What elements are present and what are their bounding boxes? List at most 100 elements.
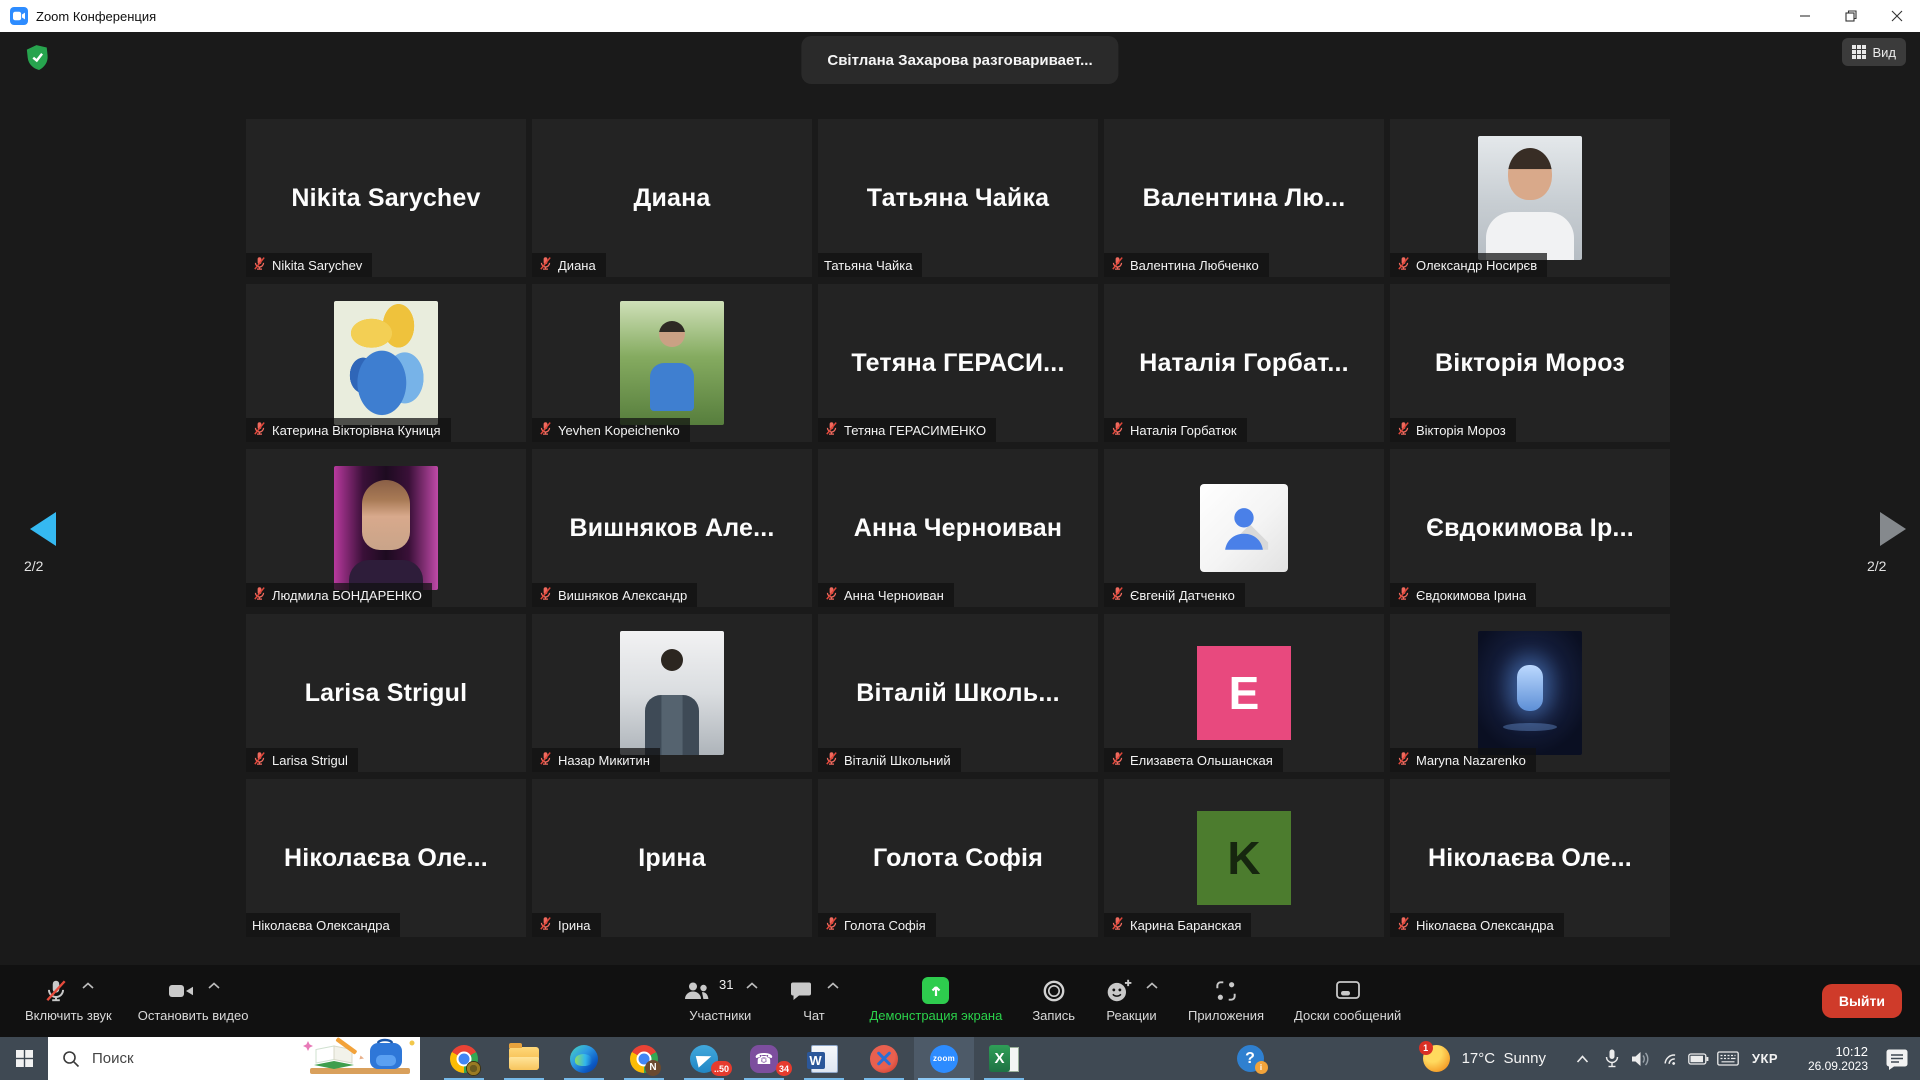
participants-grid: Nikita Sarychev Nikita Sarychev Диана Ди… (246, 119, 1670, 937)
participant-tile[interactable]: Олександр Носирєв (1390, 119, 1670, 277)
taskbar-excel-icon[interactable] (974, 1037, 1034, 1080)
mic-muted-icon (538, 256, 553, 274)
tray-network-icon[interactable] (1655, 1037, 1684, 1080)
language-indicator[interactable]: УКР (1742, 1051, 1788, 1066)
participant-tile[interactable]: Валентина Лю... Валентина Любченко (1104, 119, 1384, 277)
taskbar-viber-icon[interactable]: ☎ 34 (734, 1037, 794, 1080)
taskbar-search-input[interactable]: Поиск (48, 1037, 420, 1080)
taskbar-zoom-icon[interactable]: zoom (914, 1037, 974, 1080)
participant-tile[interactable]: Катерина Вікторівна Куниця (246, 284, 526, 442)
participant-tile[interactable]: Вишняков Але... Вишняков Александр (532, 449, 812, 607)
chat-button[interactable]: Чат (775, 965, 852, 1037)
mic-muted-icon (538, 751, 553, 769)
participant-person-avatar-icon (1200, 484, 1288, 572)
tray-keyboard-icon[interactable] (1713, 1037, 1742, 1080)
taskbar-weather-widget[interactable]: 1 17°C Sunny (1423, 1045, 1568, 1072)
participant-tile[interactable]: Голота Софія Голота Софія (818, 779, 1098, 937)
whiteboards-button[interactable]: Доски сообщений (1281, 965, 1414, 1037)
participant-name-tag: Карина Баранская (1104, 913, 1251, 937)
minimize-button[interactable] (1782, 0, 1828, 32)
share-screen-label: Демонстрация экрана (869, 1008, 1002, 1023)
notification-center-icon[interactable] (1874, 1037, 1920, 1080)
stop-video-button[interactable]: Остановить видео (125, 965, 262, 1037)
participant-tile[interactable]: Євгеній Датченко (1104, 449, 1384, 607)
close-button[interactable] (1874, 0, 1920, 32)
mic-muted-icon (824, 586, 839, 604)
mic-muted-icon (252, 751, 267, 769)
participant-tile[interactable]: K Карина Баранская (1104, 779, 1384, 937)
record-button[interactable]: Запись (1019, 965, 1088, 1037)
participant-tile[interactable]: Назар Микитин (532, 614, 812, 772)
security-shield-icon[interactable] (24, 43, 51, 77)
reactions-chevron-icon[interactable] (1146, 982, 1158, 989)
taskbar-help-icon[interactable]: ? (1228, 1037, 1272, 1080)
participant-tile[interactable]: Диана Диана (532, 119, 812, 277)
apps-button[interactable]: Приложения (1175, 965, 1277, 1037)
meeting-toolbar: Включить звук Остановить видео 31 Участн… (0, 965, 1920, 1037)
participant-name-label: Maryna Nazarenko (1416, 753, 1526, 768)
taskbar-telegram-icon[interactable]: ..50 (674, 1037, 734, 1080)
taskbar-word-icon[interactable] (794, 1037, 854, 1080)
chat-chevron-icon[interactable] (827, 982, 839, 989)
next-page-arrow[interactable] (1880, 512, 1906, 546)
view-button[interactable]: Вид (1842, 38, 1906, 66)
participant-name-tag: Людмила БОНДАРЕНКО (246, 583, 432, 607)
audio-options-chevron-icon[interactable] (82, 982, 94, 989)
participant-tile[interactable]: Yevhen Kopeichenko (532, 284, 812, 442)
participants-button[interactable]: 31 Участники (669, 965, 771, 1037)
search-highlight-graphic-icon[interactable] (300, 1035, 418, 1080)
view-button-label: Вид (1872, 45, 1896, 60)
participant-display-name: Наталія Горбат... (1139, 349, 1349, 378)
apps-label: Приложения (1188, 1008, 1264, 1023)
participant-tile[interactable]: Наталія Горбат... Наталія Горбатюк (1104, 284, 1384, 442)
participants-chevron-icon[interactable] (746, 982, 758, 989)
taskbar-chrome-profile-icon[interactable]: N (614, 1037, 674, 1080)
restore-button[interactable] (1828, 0, 1874, 32)
taskbar-edge-icon[interactable] (554, 1037, 614, 1080)
participant-name-tag: Татьяна Чайка (818, 253, 922, 277)
participant-tile[interactable]: Вікторія Мороз Вікторія Мороз (1390, 284, 1670, 442)
participant-tile[interactable]: Віталій Школь... Віталій Школьний (818, 614, 1098, 772)
taskbar-chrome-icon[interactable] (434, 1037, 494, 1080)
participant-display-name: Тетяна ГЕРАСИ... (851, 349, 1064, 378)
participant-tile[interactable]: Ніколаєва Оле... Ніколаєва Олександра (246, 779, 526, 937)
reactions-smiley-icon (1105, 978, 1133, 1004)
clock-time: 10:12 (1788, 1044, 1868, 1059)
participant-tile[interactable]: Євдокимова Ір... Євдокимова Ірина (1390, 449, 1670, 607)
participant-tile[interactable]: Ніколаєва Оле... Ніколаєва Олександра (1390, 779, 1670, 937)
participant-tile[interactable]: Тетяна ГЕРАСИ... Тетяна ГЕРАСИМЕНКО (818, 284, 1098, 442)
participant-tile[interactable]: Larisa Strigul Larisa Strigul (246, 614, 526, 772)
reactions-button[interactable]: Реакции (1092, 965, 1171, 1037)
participant-tile[interactable]: Людмила БОНДАРЕНКО (246, 449, 526, 607)
participant-name-tag: Євдокимова Ірина (1390, 583, 1536, 607)
mic-muted-icon (252, 421, 267, 439)
tray-volume-icon[interactable] (1626, 1037, 1655, 1080)
record-label: Запись (1032, 1008, 1075, 1023)
participant-tile[interactable]: Nikita Sarychev Nikita Sarychev (246, 119, 526, 277)
participant-name-label: Наталія Горбатюк (1130, 423, 1237, 438)
taskbar-file-explorer-icon[interactable] (494, 1037, 554, 1080)
taskbar-snip-app-icon[interactable] (854, 1037, 914, 1080)
participant-name-label: Ніколаєва Олександра (1416, 918, 1554, 933)
video-options-chevron-icon[interactable] (208, 982, 220, 989)
start-button[interactable] (0, 1037, 48, 1080)
participant-tile[interactable]: Анна Черноиван Анна Черноиван (818, 449, 1098, 607)
taskbar-clock[interactable]: 10:12 26.09.2023 (1788, 1044, 1874, 1074)
participant-display-name: Анна Черноиван (854, 514, 1062, 543)
previous-page-arrow[interactable] (30, 512, 56, 546)
participant-tile[interactable]: Татьяна Чайка Татьяна Чайка (818, 119, 1098, 277)
unmute-button[interactable]: Включить звук (12, 965, 125, 1037)
tray-battery-icon[interactable] (1684, 1037, 1713, 1080)
participant-display-name: Вишняков Але... (569, 514, 774, 543)
share-screen-button[interactable]: Демонстрация экрана (856, 965, 1015, 1037)
leave-meeting-button[interactable]: Выйти (1822, 984, 1902, 1018)
grid-view-icon (1852, 45, 1866, 59)
tray-microphone-icon[interactable] (1597, 1037, 1626, 1080)
participant-tile[interactable]: E Елизавета Ольшанская (1104, 614, 1384, 772)
participant-name-tag: Наталія Горбатюк (1104, 418, 1247, 442)
hidden-icons-chevron-icon[interactable] (1568, 1037, 1597, 1080)
participant-tile[interactable]: Ірина Ірина (532, 779, 812, 937)
zoom-app-logo-icon (10, 7, 28, 25)
participant-tile[interactable]: Maryna Nazarenko (1390, 614, 1670, 772)
participant-name-tag: Тетяна ГЕРАСИМЕНКО (818, 418, 996, 442)
